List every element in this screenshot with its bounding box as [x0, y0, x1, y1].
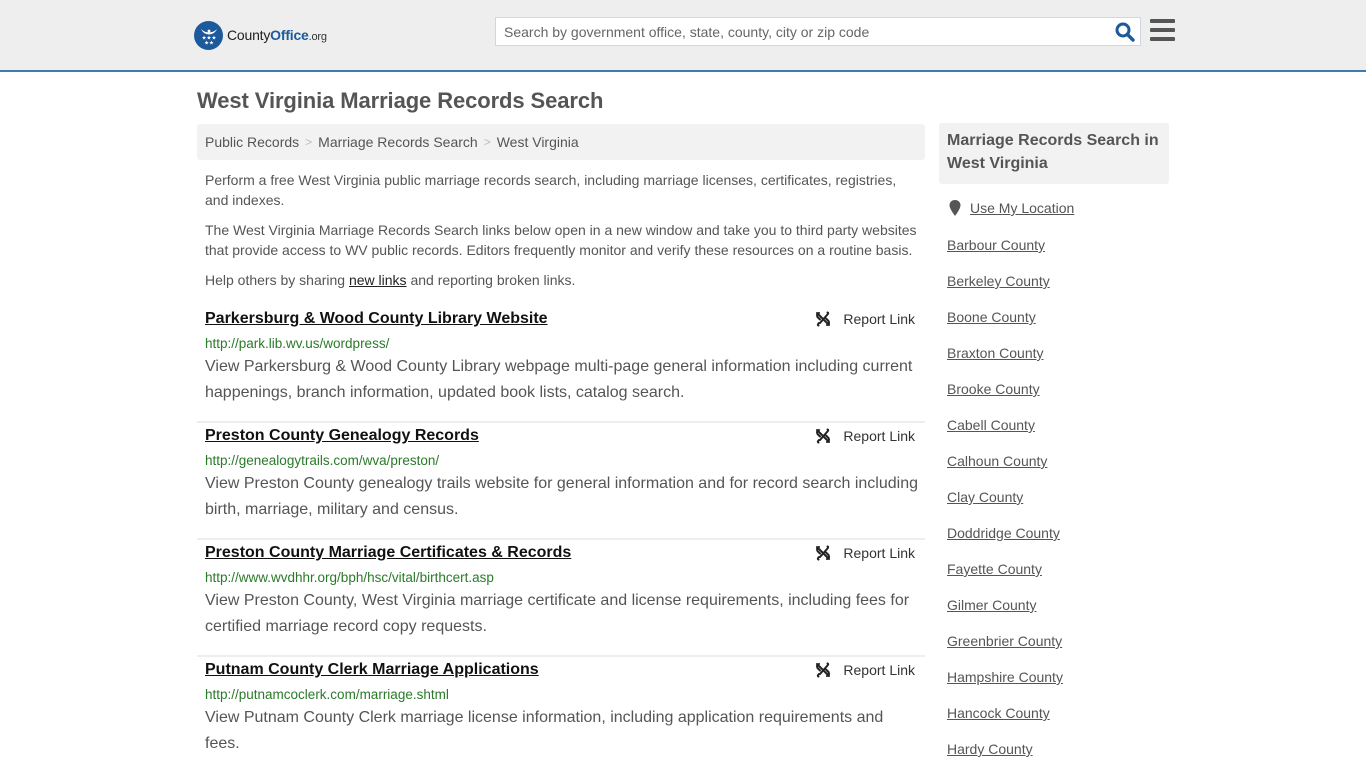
report-link-button[interactable]: Report Link — [815, 545, 915, 561]
result-item: Parkersburg & Wood County Library Websit… — [197, 306, 925, 423]
eagle-stars-seal-icon: ★★★ ★★ — [194, 20, 223, 50]
report-link-label: Report Link — [843, 545, 915, 561]
search-box — [495, 17, 1141, 46]
report-link-button[interactable]: Report Link — [815, 311, 915, 327]
logo-text: CountyOffice.org — [227, 27, 327, 43]
sidebar-county-link[interactable]: Calhoun County — [947, 453, 1047, 469]
sidebar-county-link[interactable]: Doddridge County — [947, 525, 1060, 541]
report-link-label: Report Link — [843, 662, 915, 678]
page-title: West Virginia Marriage Records Search — [197, 88, 604, 113]
result-title-link[interactable]: Parkersburg & Wood County Library Websit… — [205, 310, 548, 328]
report-link-label: Report Link — [843, 428, 915, 444]
result-title-link[interactable]: Preston County Marriage Certificates & R… — [205, 544, 571, 562]
broken-link-icon — [816, 662, 831, 678]
result-url-link[interactable]: http://park.lib.wv.us/wordpress/ — [205, 336, 389, 351]
sidebar-county-link[interactable]: Braxton County — [947, 345, 1044, 361]
breadcrumb-separator: > — [483, 135, 491, 149]
report-link-label: Report Link — [843, 311, 915, 327]
broken-link-icon — [816, 545, 831, 561]
result-url-link[interactable]: http://putnamcoclerk.com/marriage.shtml — [205, 687, 449, 702]
sidebar-county-link[interactable]: Brooke County — [947, 381, 1040, 397]
result-item: Putnam County Clerk Marriage Application… — [197, 657, 925, 768]
result-description: View Parkersburg & Wood County Library w… — [205, 358, 913, 401]
result-title-link[interactable]: Putnam County Clerk Marriage Application… — [205, 661, 539, 679]
sidebar-county-link[interactable]: Fayette County — [947, 561, 1042, 577]
menu-bar — [1150, 28, 1175, 32]
disclaimer-paragraph: The West Virginia Marriage Records Searc… — [205, 222, 917, 258]
breadcrumb: Public Records > Marriage Records Search… — [197, 124, 925, 160]
sidebar-county-link[interactable]: Hardy County — [947, 741, 1033, 757]
menu-bar — [1150, 37, 1175, 41]
breadcrumb-separator: > — [305, 135, 313, 149]
sidebar-county-link[interactable]: Berkeley County — [947, 273, 1050, 289]
hamburger-menu-icon[interactable] — [1150, 19, 1175, 41]
sidebar-county-link[interactable]: Cabell County — [947, 417, 1035, 433]
broken-link-icon — [816, 428, 831, 444]
search-icon — [1115, 22, 1135, 42]
sidebar-county-link[interactable]: Barbour County — [947, 237, 1045, 253]
breadcrumb-item-public-records[interactable]: Public Records — [205, 134, 299, 150]
menu-bar — [1150, 19, 1175, 23]
sidebar-county-link[interactable]: Hampshire County — [947, 669, 1063, 685]
result-url-link[interactable]: http://genealogytrails.com/wva/preston/ — [205, 453, 439, 468]
result-item: Preston County Genealogy Records Report … — [197, 423, 925, 540]
sidebar-county-link[interactable]: Boone County — [947, 309, 1036, 325]
search-button[interactable] — [1114, 21, 1136, 43]
result-description: View Preston County genealogy trails web… — [205, 475, 918, 518]
sidebar-county-link[interactable]: Greenbrier County — [947, 633, 1062, 649]
sidebar-county-link[interactable]: Clay County — [947, 489, 1023, 505]
intro-paragraph: Perform a free West Virginia public marr… — [205, 172, 897, 208]
search-input[interactable] — [496, 18, 1106, 45]
site-logo[interactable]: ★★★ ★★ CountyOffice.org — [194, 20, 327, 50]
map-marker-icon — [949, 200, 961, 216]
result-url-link[interactable]: http://www.wvdhhr.org/bph/hsc/vital/birt… — [205, 570, 494, 585]
share-links-paragraph: Help others by sharing new links and rep… — [205, 272, 576, 288]
sidebar-county-link[interactable]: Hancock County — [947, 705, 1050, 721]
use-my-location: Use My Location — [949, 200, 1074, 216]
use-my-location-link[interactable]: Use My Location — [970, 200, 1074, 216]
breadcrumb-item-marriage-records-search[interactable]: Marriage Records Search — [318, 134, 478, 150]
broken-link-icon — [816, 311, 831, 327]
svg-text:★★: ★★ — [204, 41, 214, 47]
sidebar-county-link[interactable]: Gilmer County — [947, 597, 1036, 613]
report-link-button[interactable]: Report Link — [815, 428, 915, 444]
result-item: Preston County Marriage Certificates & R… — [197, 540, 925, 657]
site-header: ★★★ ★★ CountyOffice.org — [0, 0, 1366, 72]
report-link-button[interactable]: Report Link — [815, 662, 915, 678]
breadcrumb-item-current: West Virginia — [496, 134, 579, 150]
result-title-link[interactable]: Preston County Genealogy Records — [205, 427, 479, 445]
result-description: View Preston County, West Virginia marri… — [205, 592, 910, 635]
result-description: View Putnam County Clerk marriage licens… — [205, 709, 884, 752]
new-links-link[interactable]: new links — [349, 272, 407, 288]
sidebar-title: Marriage Records Search in West Virginia — [939, 123, 1169, 184]
